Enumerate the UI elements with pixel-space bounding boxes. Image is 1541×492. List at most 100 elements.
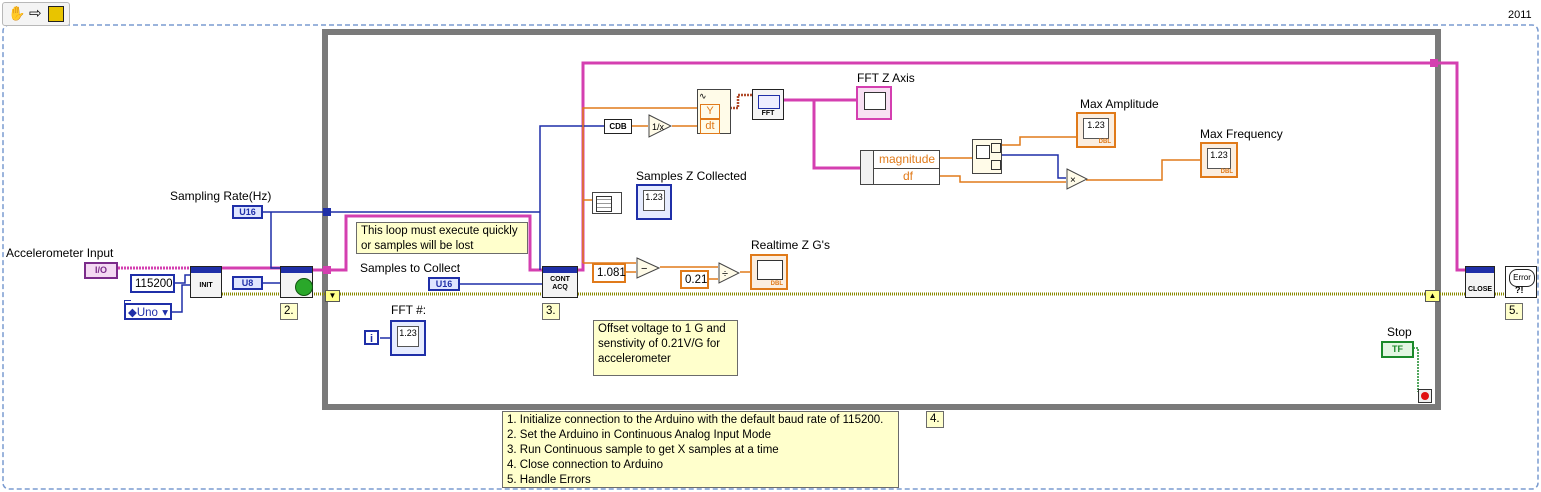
realtime-z-label: Realtime Z G's (751, 238, 830, 252)
offset-comment-line-1: Offset voltage to 1 G and (598, 323, 726, 335)
loop-warning-line-1: This loop must execute quickly (361, 225, 518, 237)
loop-iteration-terminal: i (364, 330, 379, 345)
fft-z-axis-label: FFT Z Axis (857, 71, 915, 85)
max-icon (991, 143, 1001, 153)
unbundle-df-output: df (903, 169, 914, 183)
fft-number-indicator: 1.23 (390, 320, 426, 356)
arrow-tool-icon[interactable]: ⇨ (29, 4, 42, 22)
fft-vi-caption: FFT (761, 110, 775, 117)
unbundle-magnitude-output: magnitude (879, 152, 936, 166)
step-line-1: 1. Initialize connection to the Arduino … (507, 414, 884, 426)
waveform-y-input: Y (700, 104, 720, 119)
unbundle-by-name-node[interactable]: magnitude df (860, 150, 940, 185)
array-max-min-node[interactable] (972, 139, 1002, 174)
offset-comment-line-2: senstivity of 0.21V/G for (598, 338, 721, 350)
realtime-z-chart: DBL (750, 254, 788, 290)
samples-z-collected-indicator: 1.23 (636, 184, 672, 220)
max-frequency-type: DBL (1220, 169, 1233, 175)
array-icon (976, 145, 990, 159)
sampling-rate-terminal[interactable]: U16 (232, 205, 263, 219)
waveform-icon: ∿ (699, 91, 707, 101)
stop-condition-icon (1421, 392, 1429, 400)
max-amplitude-type: DBL (1098, 139, 1111, 145)
accelerometer-input-label: Accelerometer Input (6, 246, 114, 260)
cdb-constant[interactable]: CDB (604, 119, 632, 134)
unbundle-header (861, 151, 874, 184)
cont-acq-vi-caption: CONT ACQ (550, 276, 570, 291)
arduino-continuous-mode-vi[interactable] (280, 266, 313, 298)
step-line-5: 5. Handle Errors (507, 474, 591, 486)
simple-error-handler-vi[interactable]: Error ?! (1505, 266, 1537, 298)
array-size-node[interactable] (592, 192, 622, 214)
board-type-value: Uno (136, 307, 158, 319)
green-led-icon (295, 278, 313, 296)
u8-constant-terminal[interactable]: U8 (232, 276, 263, 290)
svg-text:1/x: 1/x (652, 122, 665, 132)
stop-label: Stop (1387, 325, 1412, 339)
max-frequency-indicator: 1.23 DBL (1200, 142, 1238, 178)
io-control-terminal[interactable]: I/O (84, 262, 118, 279)
multiply-function-icon: × (1066, 168, 1088, 190)
loop-condition-terminal (1418, 389, 1432, 403)
offset-comment: Offset voltage to 1 G and senstivity of … (593, 320, 738, 376)
hand-tool-icon[interactable]: ✋ (8, 5, 25, 22)
loop-warning-comment: This loop must execute quickly or sample… (356, 222, 528, 254)
build-waveform-node[interactable]: ∿ Y dt (697, 89, 731, 134)
max-amplitude-label: Max Amplitude (1080, 97, 1159, 111)
board-type-constant[interactable]: ◆Uno ▾ (124, 303, 172, 320)
max-amplitude-indicator: 1.23 DBL (1076, 112, 1116, 148)
samples-to-collect-label: Samples to Collect (360, 261, 461, 275)
graph-icon (864, 92, 886, 110)
max-frequency-display: 1.23 (1207, 148, 1231, 169)
shift-register-right-icon: ▲ (1425, 290, 1440, 302)
step-line-2: 2. Set the Arduino in Continuous Analog … (507, 429, 772, 441)
fft-number-label: FFT #: (391, 303, 427, 317)
offset-comment-line-3: accelerometer (598, 353, 671, 365)
samples-z-collected-label: Samples Z Collected (636, 169, 747, 183)
stop-button-terminal[interactable]: TF (1381, 341, 1414, 358)
spectrum-icon (758, 95, 780, 109)
sampling-rate-label: Sampling Rate(Hz) (170, 189, 272, 203)
svg-text:−: − (641, 263, 647, 275)
max-amplitude-display: 1.23 (1083, 118, 1109, 139)
question-icon: ?! (1515, 285, 1524, 295)
step-3-label: 3. (542, 303, 560, 320)
fft-z-axis-graph (856, 86, 892, 120)
run-icon[interactable] (48, 6, 64, 22)
reciprocal-function-icon: 1/x (648, 114, 672, 138)
baud-rate-constant[interactable]: 115200 (130, 274, 175, 293)
step-4-label: 4. (926, 411, 944, 428)
samples-z-collected-display: 1.23 (643, 190, 665, 211)
svg-text:÷: ÷ (722, 268, 728, 280)
sensitivity-constant[interactable]: 0.21 (680, 270, 709, 289)
subtract-function-icon: − (636, 257, 660, 279)
step-line-3: 3. Run Continuous sample to get X sample… (507, 444, 779, 456)
shift-register-left-icon: ▼ (325, 290, 340, 302)
toolbar: ✋ ⇨ (2, 2, 70, 26)
realtime-z-type: DBL (770, 281, 783, 287)
max-frequency-label: Max Frequency (1200, 127, 1283, 141)
arduino-init-vi[interactable]: INIT (190, 266, 222, 298)
init-vi-caption: INIT (199, 282, 213, 289)
step-5-label: 5. (1505, 303, 1523, 320)
step-2-label: 2. (280, 303, 298, 320)
dropdown-arrow-icon: ▾ (162, 307, 168, 319)
svg-text:×: × (1070, 175, 1076, 186)
fft-number-display: 1.23 (397, 326, 419, 347)
offset-constant[interactable]: 1.081 (592, 263, 626, 283)
ring-arrows-icon: ◆ (128, 307, 137, 319)
array-grid-icon (596, 196, 612, 212)
close-vi-caption: CLOSE (1467, 286, 1493, 293)
waveform-dt-input: dt (700, 119, 720, 134)
steps-comment: 1. Initialize connection to the Arduino … (502, 411, 899, 488)
arduino-close-vi[interactable]: CLOSE (1465, 266, 1495, 298)
version-label: 2011 (1508, 9, 1532, 21)
step-line-4: 4. Close connection to Arduino (507, 459, 663, 471)
chart-icon (757, 260, 783, 280)
arduino-continuous-acquire-vi[interactable]: CONT ACQ (542, 266, 578, 298)
divide-function-icon: ÷ (718, 262, 740, 284)
loop-warning-line-2: or samples will be lost (361, 240, 474, 252)
samples-to-collect-terminal[interactable]: U16 (428, 277, 460, 291)
fft-spectrum-vi[interactable]: FFT (752, 89, 784, 120)
min-icon (991, 160, 1001, 170)
